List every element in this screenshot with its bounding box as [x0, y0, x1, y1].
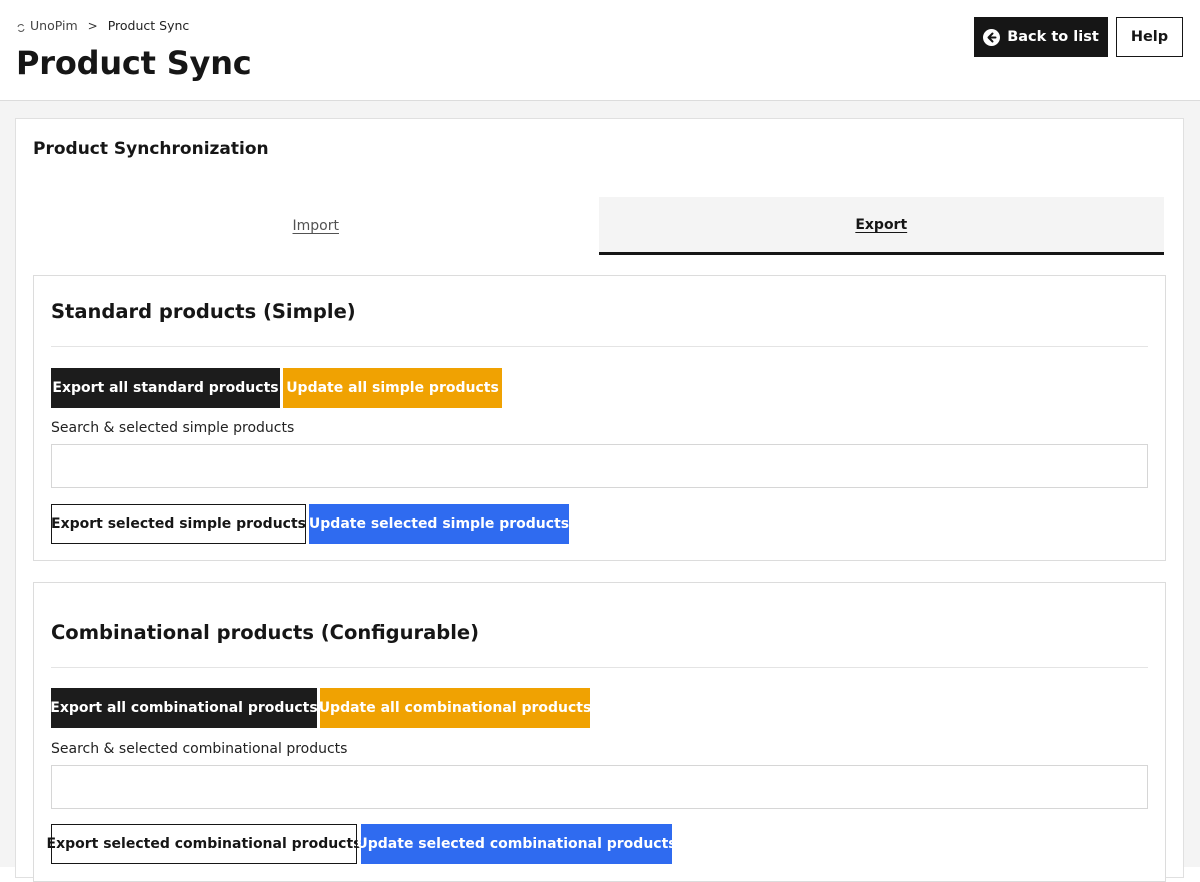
update-selected-simple-button[interactable]: Update selected simple products	[309, 504, 569, 544]
search-combinational-input[interactable]	[51, 765, 1148, 809]
search-simple-input[interactable]	[51, 444, 1148, 488]
back-to-list-button[interactable]: Back to list	[974, 17, 1108, 57]
section-title: Standard products (Simple)	[51, 300, 356, 323]
back-to-list-label: Back to list	[1007, 29, 1099, 45]
update-all-combinational-button[interactable]: Update all combinational products	[319, 688, 591, 728]
search-combinational-label: Search & selected combinational products	[51, 741, 348, 757]
arrow-left-circle-icon	[983, 28, 1001, 46]
export-all-standard-button[interactable]: Export all standard products	[51, 368, 280, 408]
page-title: Product Sync	[16, 44, 252, 82]
breadcrumb: UnoPim > Product Sync	[16, 18, 189, 33]
section-simple-products: Standard products (Simple) Export all st…	[33, 275, 1166, 561]
export-selected-combinational-button[interactable]: Export selected combinational products	[47, 824, 362, 864]
breadcrumb-current: Product Sync	[107, 18, 190, 33]
update-all-simple-button[interactable]: Update all simple products	[283, 368, 502, 408]
sync-icon	[16, 21, 26, 32]
tabs: Import Export	[33, 197, 1164, 255]
export-all-combinational-button[interactable]: Export all combinational products	[50, 688, 318, 728]
update-selected-combinational-button[interactable]: Update selected combinational products	[356, 824, 677, 864]
breadcrumb-separator: >	[87, 18, 98, 33]
page-header: UnoPim > Product Sync Product Sync Back …	[0, 0, 1200, 101]
section-divider	[51, 346, 1148, 347]
product-sync-card: Product Synchronization Import Export St…	[15, 118, 1184, 882]
section-divider	[51, 667, 1148, 668]
help-button[interactable]: Help	[1116, 17, 1183, 57]
section-configurable-products: Combinational products (Configurable) Ex…	[33, 582, 1166, 882]
search-simple-label: Search & selected simple products	[51, 420, 295, 436]
card-title: Product Synchronization	[33, 139, 269, 159]
section-title: Combinational products (Configurable)	[51, 621, 480, 644]
breadcrumb-root[interactable]: UnoPim	[30, 18, 78, 33]
tab-import[interactable]: Import	[33, 197, 599, 255]
export-selected-simple-button[interactable]: Export selected simple products	[51, 504, 306, 544]
tab-export[interactable]: Export	[598, 197, 1164, 255]
